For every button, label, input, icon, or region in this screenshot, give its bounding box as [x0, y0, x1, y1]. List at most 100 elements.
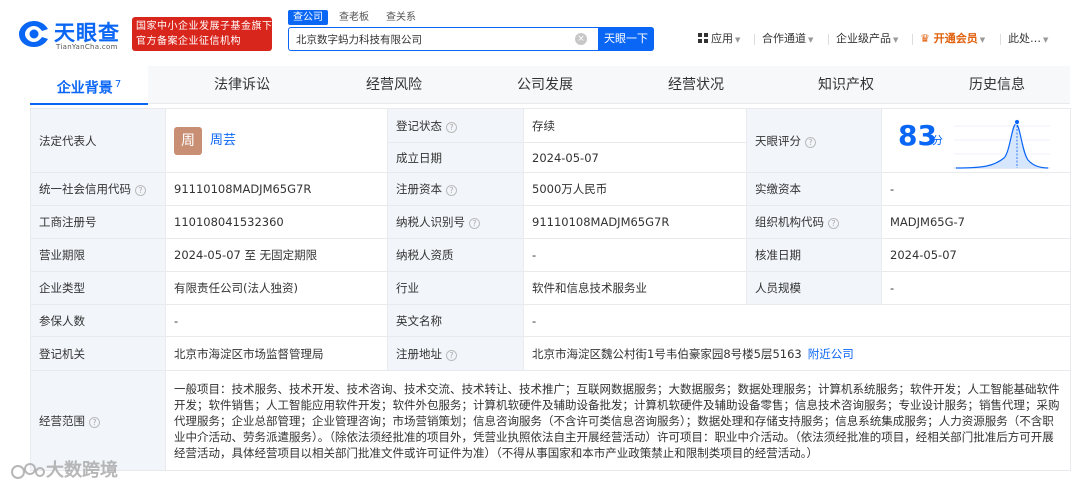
- nav-cooperation[interactable]: 合作通道 ▼: [762, 30, 813, 49]
- staff-size-label: 人员规模: [746, 271, 882, 305]
- approval-date-label: 核准日期: [746, 238, 882, 272]
- search-tab-boss[interactable]: 查老板: [334, 10, 374, 25]
- nav-app[interactable]: 应用 ▼: [698, 30, 740, 49]
- credit-code-label-cell: 统一社会信用代码?: [30, 172, 166, 206]
- rating-label: 天眼评分: [755, 133, 801, 148]
- nav-more-label: 此处…: [1008, 32, 1041, 45]
- tab-background[interactable]: 企业背景 7: [30, 66, 148, 105]
- staff-size-value: -: [881, 271, 1071, 305]
- legal-rep-cell: 周周芸: [165, 108, 388, 173]
- org-code-value: MADJM65G-7: [881, 205, 1071, 239]
- tianyancha-logo[interactable]: 天眼查 TianYanCha.com: [18, 17, 128, 53]
- section-tabs: 企业背景 7 法律诉讼 经营风险 公司发展 经营状况 知识产权 历史信息: [30, 66, 1070, 105]
- avatar[interactable]: 周: [174, 126, 202, 155]
- help-icon[interactable]: ?: [446, 121, 457, 133]
- reg-authority-label: 登记机关: [30, 336, 166, 371]
- clear-icon[interactable]: ×: [575, 33, 587, 45]
- industry-label: 行业: [387, 271, 524, 305]
- tab-operation[interactable]: 经营状况: [634, 66, 758, 104]
- watermark-logo-icon: [11, 463, 45, 479]
- company-type-label: 企业类型: [30, 271, 166, 305]
- reg-status-label: 登记状态: [396, 118, 442, 133]
- biz-reg-no-label: 工商注册号: [30, 205, 166, 239]
- reg-address-value: 北京市海淀区魏公村街1号韦伯豪家园8号楼5层5163: [532, 346, 802, 361]
- reg-address-label: 注册地址: [396, 346, 442, 361]
- approval-date-value: 2024-05-07: [881, 238, 1071, 272]
- tab-legal[interactable]: 法律诉讼: [182, 66, 302, 104]
- nav-vip[interactable]: ♛ 开通会员 ▼: [920, 30, 985, 49]
- reg-capital-value: 5000万人民币: [523, 172, 747, 206]
- term-value: 2024-05-07 至 无固定期限: [165, 238, 388, 272]
- search-tab-relation[interactable]: 查关系: [381, 10, 421, 25]
- reg-capital-label: 注册资本: [396, 182, 442, 196]
- watermark: 大数跨境: [10, 456, 118, 482]
- rating-label-cell: 天眼评分?: [746, 108, 882, 173]
- credit-code-value: 91110108MADJM65G7R: [165, 172, 388, 206]
- reg-capital-label-cell: 注册资本?: [387, 172, 524, 206]
- help-icon[interactable]: ?: [805, 136, 816, 148]
- found-date-label: 成立日期: [387, 142, 524, 173]
- search-tab-company[interactable]: 查公司: [288, 10, 328, 25]
- tab-risk[interactable]: 经营风险: [332, 66, 456, 104]
- help-icon[interactable]: ?: [89, 416, 100, 428]
- crown-icon: ♛: [920, 32, 930, 45]
- tab-background-label: 企业背景: [56, 80, 113, 97]
- gov-badge-line1: 国家中小企业发展子基金旗下: [136, 21, 273, 32]
- chevron-down-icon: ▼: [893, 36, 899, 44]
- org-code-label: 组织机构代码: [755, 215, 824, 229]
- chevron-down-icon: ▼: [979, 36, 986, 44]
- nav-enterprise[interactable]: 企业级产品 ▼: [836, 30, 898, 49]
- nav-more[interactable]: 此处… ▼: [1008, 30, 1048, 49]
- help-icon[interactable]: ?: [828, 218, 839, 229]
- help-icon[interactable]: ?: [446, 349, 457, 361]
- legal-rep-label: 法定代表人: [30, 108, 166, 173]
- scope-label: 经营范围: [39, 413, 85, 428]
- search-input[interactable]: [289, 28, 589, 50]
- chevron-down-icon: ▼: [808, 36, 814, 44]
- nav-divider: [754, 34, 755, 45]
- nav-app-label: 应用: [711, 32, 733, 45]
- tab-history[interactable]: 历史信息: [934, 66, 1060, 104]
- top-header: 天眼查 TianYanCha.com 国家中小企业发展子基金旗下 官方备案企业征…: [0, 0, 1080, 66]
- nav-divider: [912, 34, 913, 45]
- logo-domain: TianYanCha.com: [56, 43, 118, 51]
- eye-logo-icon: [19, 21, 48, 47]
- rating-cell[interactable]: 83 分: [881, 108, 1071, 173]
- tab-development[interactable]: 公司发展: [484, 66, 606, 104]
- business-info-table: 法定代表人 周周芸 登记状态? 存续 天眼评分? 83 分 成立日期 2024-…: [30, 108, 1071, 471]
- help-icon[interactable]: ?: [446, 185, 457, 196]
- score-distribution-chart: [954, 119, 1050, 169]
- credit-code-label: 统一社会信用代码: [39, 182, 131, 196]
- company-type-value: 有限责任公司(法人独资): [165, 271, 388, 305]
- rating-unit: 分: [932, 134, 943, 147]
- chevron-down-icon: ▼: [1043, 36, 1049, 44]
- gov-badge: 国家中小企业发展子基金旗下 官方备案企业征信机构: [132, 17, 272, 51]
- tab-ip[interactable]: 知识产权: [784, 66, 908, 104]
- reg-address-label-cell: 注册地址?: [387, 336, 524, 371]
- insured-label: 参保人数: [30, 304, 166, 337]
- english-name-label: 英文名称: [387, 304, 524, 337]
- nav-vip-label: 开通会员: [933, 32, 978, 45]
- search-button[interactable]: 天眼一下: [598, 27, 654, 51]
- nav-divider: [1000, 34, 1001, 45]
- reg-status-value: 存续: [523, 108, 747, 143]
- org-code-label-cell: 组织机构代码?: [746, 205, 882, 239]
- help-icon[interactable]: ?: [469, 218, 480, 229]
- reg-status-label-cell: 登记状态?: [387, 108, 524, 143]
- term-label: 营业期限: [30, 238, 166, 272]
- taxpayer-qual-value: -: [523, 238, 747, 272]
- help-icon[interactable]: ?: [135, 185, 146, 196]
- company-panel: 企业背景 7 法律诉讼 经营风险 公司发展 经营状况 知识产权 历史信息 法定代表…: [30, 66, 1071, 489]
- legal-rep-name[interactable]: 周芸: [210, 133, 236, 148]
- nearby-companies-link[interactable]: 附近公司: [808, 347, 854, 361]
- tax-id-label-cell: 纳税人识别号?: [387, 205, 524, 239]
- grid-icon: [698, 33, 708, 43]
- tax-id-label: 纳税人识别号: [396, 215, 465, 229]
- english-name-value: -: [523, 304, 1071, 337]
- paid-capital-label: 实缴资本: [746, 172, 882, 206]
- industry-value: 软件和信息技术服务业: [523, 271, 747, 305]
- found-date-value: 2024-05-07: [523, 142, 747, 173]
- watermark-text: 大数跨境: [46, 460, 118, 481]
- gov-badge-line2: 官方备案企业征信机构: [136, 36, 241, 47]
- tax-id-value: 91110108MADJM65G7R: [523, 205, 747, 239]
